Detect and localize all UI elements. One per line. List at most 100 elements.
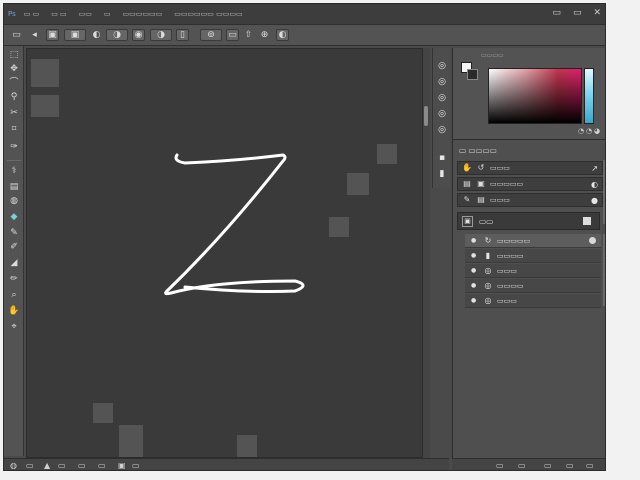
history-panel-icon[interactable]: ◎ (436, 60, 448, 72)
color-panel-tab[interactable]: ▭▭▭▭ (481, 52, 504, 59)
adjustment-row[interactable]: ▤ ▣ ▭▭▭▭▭ ◐ (457, 177, 603, 191)
layers-scrollbar[interactable] (603, 234, 605, 306)
layers-panel-header[interactable]: ▣ ▭▭ (457, 212, 600, 230)
status-icon[interactable]: ▭ (566, 461, 574, 470)
opacity-icon[interactable]: ◐ (90, 29, 103, 41)
menu-item-file[interactable]: ▭ ▭ (24, 10, 39, 18)
properties-panel-icon[interactable]: ◎ (436, 76, 448, 88)
status-icon[interactable]: ▭ (496, 461, 504, 470)
scrollbar-thumb[interactable] (424, 106, 428, 126)
lasso-tool-icon[interactable]: ⌒ (8, 78, 20, 89)
layer-type-icon: ◎ (484, 296, 492, 305)
adjust-panel-icon[interactable]: ▪ (436, 152, 448, 164)
close-icon[interactable]: ✕ (593, 8, 601, 19)
zoom-tool-icon[interactable]: ⌕ (8, 290, 20, 301)
frame-icon: ▣ (477, 179, 485, 188)
brush-size-icon[interactable]: ▣ (64, 29, 86, 41)
visibility-icon[interactable]: ● (471, 252, 477, 259)
layer-row[interactable]: ● ↻ ▭▭▭▭▭ (465, 234, 601, 248)
minimize-icon[interactable]: ▭ (552, 8, 561, 19)
color-swatches[interactable] (461, 62, 479, 84)
layer-row[interactable]: ● ◎ ▭▭▭ (465, 294, 601, 308)
layer-row[interactable]: ● ◎ ▭▭▭ (465, 264, 601, 278)
back-icon[interactable]: ◂ (28, 29, 41, 41)
color-option-icon[interactable]: ◕ (594, 127, 600, 135)
blur-tool-icon[interactable]: ◍ (8, 196, 20, 207)
status-icon[interactable]: ▲ (44, 461, 50, 470)
layers-panel-title: ▭▭ (479, 216, 494, 226)
layer-row[interactable]: ● ▮ ▭▭▭▭ (465, 249, 601, 263)
panel-menu-icon[interactable] (583, 217, 591, 225)
layer-lock-icon[interactable] (589, 237, 596, 244)
slice-tool-icon[interactable]: ⌗ (8, 124, 20, 135)
menu-item-edit[interactable]: ▭ ▭ (51, 10, 66, 18)
pencil-tool-icon[interactable]: ✐ (8, 242, 20, 253)
flow-icon[interactable]: ◑ (106, 29, 128, 41)
gradient-tool-icon[interactable]: ▤ (8, 182, 20, 193)
adjustment-row[interactable]: ✎ ▤ ▭▭▭ ● (457, 193, 603, 207)
crop-tool-icon[interactable]: ✂ (8, 108, 20, 119)
symmetry-icon[interactable]: ⊚ (200, 29, 222, 41)
background-color-swatch[interactable] (467, 69, 478, 80)
status-icon[interactable]: ▭ (132, 461, 140, 470)
hue-slider[interactable] (584, 68, 594, 124)
brush-panel-icon[interactable]: ◎ (436, 92, 448, 104)
arrow-icon[interactable]: ↗ (591, 164, 598, 173)
align-icon[interactable]: ⇧ (242, 29, 255, 41)
menu-item-window[interactable]: ▭▭▭▭▭▭ ▭▭▭▭ (174, 10, 242, 18)
tool-preset-icon[interactable]: ▭ (10, 29, 23, 41)
maximize-icon[interactable]: ▭ (573, 8, 582, 19)
status-icon[interactable]: ▭ (78, 461, 86, 470)
menu-item-image[interactable]: ▭▭ (79, 10, 92, 18)
move-tool-icon[interactable]: ✥ (8, 64, 20, 75)
channels-panel-icon[interactable]: ▮ (436, 168, 448, 180)
pen-tool-icon[interactable]: ◆ (8, 212, 20, 223)
menu-item-layer[interactable]: ▭ (104, 10, 111, 18)
swatches-panel-icon[interactable]: ◎ (436, 108, 448, 120)
status-icon[interactable]: ▣ (118, 461, 126, 470)
layer-name: ▭▭▭ (497, 296, 517, 305)
layer-row[interactable]: ● ◎ ▭▭▭▭ (465, 279, 601, 293)
shape-tool-icon[interactable]: ◢ (8, 258, 20, 269)
status-icon[interactable]: ▭ (544, 461, 552, 470)
status-icon[interactable]: ▭ (518, 461, 526, 470)
panel-scrollbar[interactable] (603, 160, 605, 224)
color-option-icon[interactable]: ◔ (578, 127, 584, 135)
status-icon[interactable]: ▭ (58, 461, 66, 470)
angle-icon[interactable]: ◐ (276, 29, 289, 41)
contrast-icon[interactable]: ◐ (591, 180, 598, 189)
status-icon[interactable]: ▭ (26, 461, 34, 470)
mode-icon[interactable]: ▣ (46, 29, 59, 41)
canvas-scrollbar[interactable] (423, 48, 430, 458)
color-panel: ▭▭▭▭ ◔ ◔ ◕ (453, 48, 605, 140)
sample-icon[interactable]: ▭ (226, 29, 239, 41)
menu-item-select[interactable]: ▭▭▭▭▭▭ (123, 10, 163, 18)
status-icon[interactable]: ▭ (586, 461, 594, 470)
layer-name: ▭▭▭ (497, 266, 517, 275)
airbrush-icon[interactable]: ◉ (132, 29, 145, 41)
add-icon[interactable]: ⊕ (258, 29, 271, 41)
smoothing-icon[interactable]: ◑ (150, 29, 172, 41)
visibility-icon[interactable]: ● (471, 282, 477, 289)
status-icon[interactable]: ▭ (98, 461, 106, 470)
styles-panel-icon[interactable]: ◎ (436, 124, 448, 136)
adjustment-row[interactable]: ✋ ↺ ▭▭▭ ↗ (457, 161, 603, 175)
brush-tool-icon[interactable]: ✎ (8, 228, 20, 239)
healing-tool-icon[interactable]: ⚕ (8, 166, 20, 177)
color-picker-field[interactable] (488, 68, 582, 124)
color-option-icon[interactable]: ◔ (586, 127, 592, 135)
visibility-icon[interactable]: ● (471, 237, 477, 244)
visibility-icon[interactable]: ● (471, 297, 477, 304)
eraser-tool-icon[interactable]: ✏ (8, 274, 20, 285)
dot-icon[interactable]: ● (591, 196, 598, 205)
hand-tool-icon[interactable]: ✋ (8, 306, 20, 317)
visibility-icon[interactable]: ● (471, 267, 477, 274)
document-canvas[interactable] (26, 48, 423, 458)
marquee-tool-icon[interactable]: ⬚ (8, 50, 20, 61)
eyedropper-tool-icon[interactable]: ✑ (8, 142, 20, 153)
quick-select-tool-icon[interactable]: ⚲ (8, 92, 20, 103)
status-bar: ◍ ▭ ▲ ▭ ▭ ▭ ▣ ▭ (4, 458, 449, 470)
pressure-icon[interactable]: ▯ (176, 29, 189, 41)
rotate-view-tool-icon[interactable]: ⌖ (8, 322, 20, 333)
status-icon[interactable]: ◍ (10, 461, 17, 470)
